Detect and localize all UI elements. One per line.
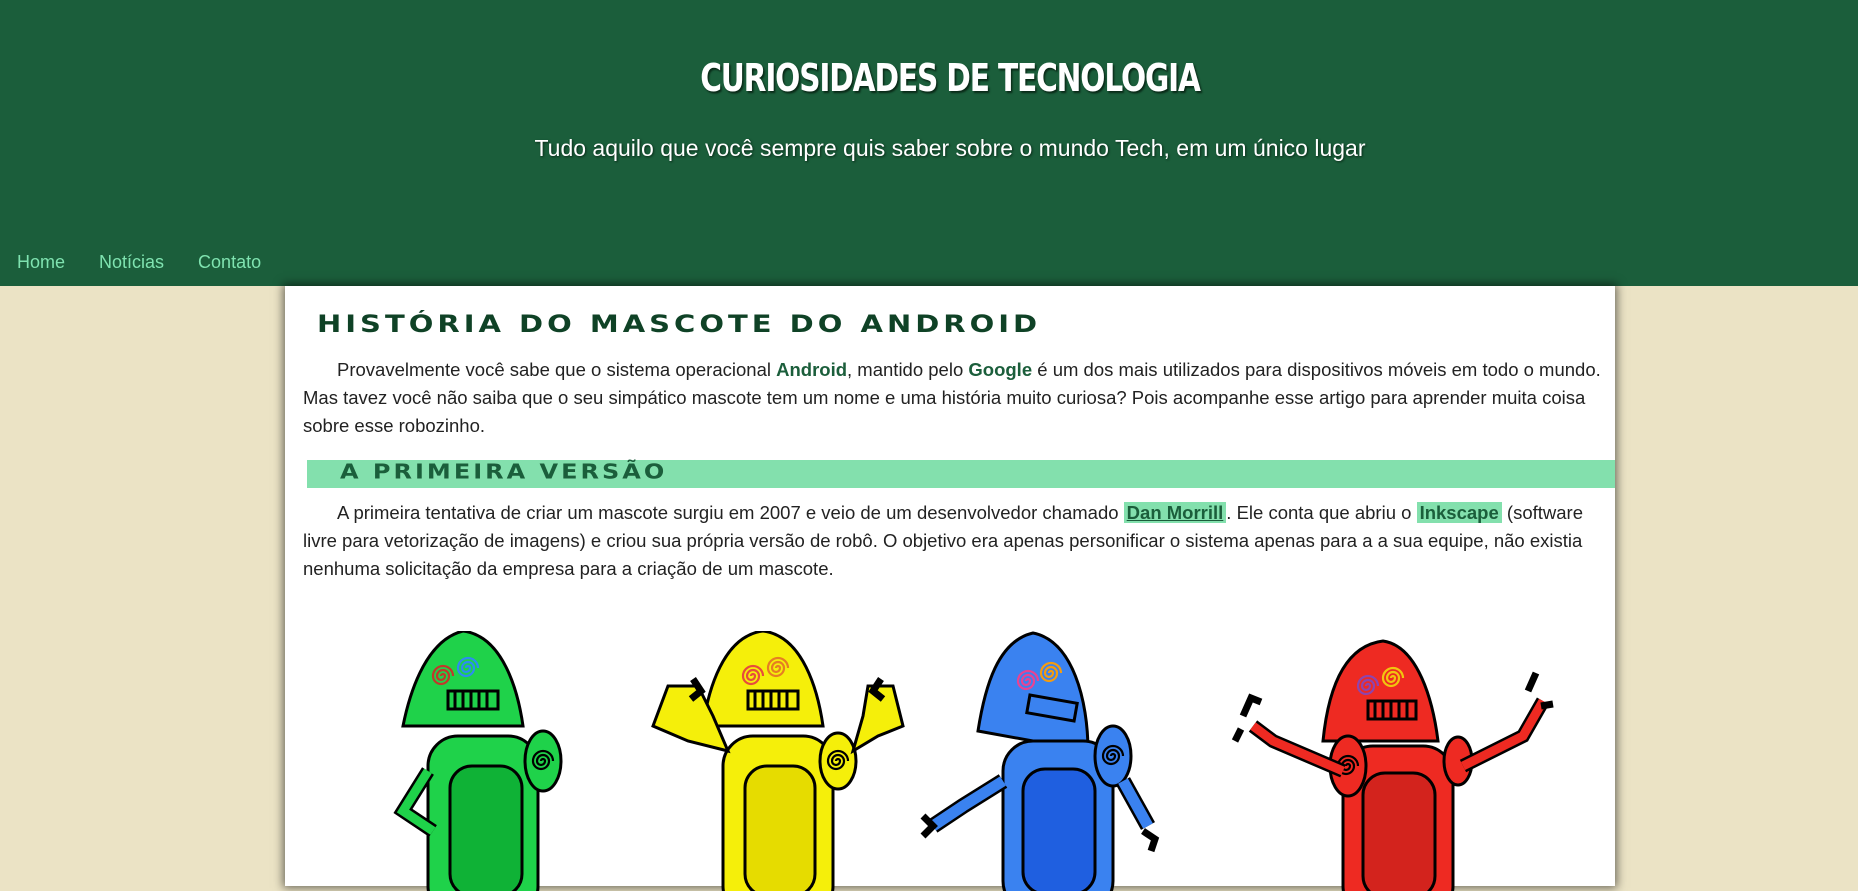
site-subtitle: Tudo aquilo que você sempre quis saber s… <box>534 135 1366 161</box>
section-paragraph: A primeira tentativa de criar um mascote… <box>303 499 1603 583</box>
main-nav: Home Notícias Contato <box>17 252 261 273</box>
inkscape-link[interactable]: Inkscape <box>1416 502 1502 523</box>
article-title: História do mascote do Android <box>317 310 1042 338</box>
site-title: CURIOSIDADES DE TECNOLOGIA <box>700 56 1201 100</box>
green-robot <box>393 631 563 891</box>
nav-noticias-link[interactable]: Notícias <box>99 252 164 273</box>
intro-text-2: , mantido pelo <box>847 359 969 380</box>
intro-paragraph: Provavelmente você sabe que o sistema op… <box>303 356 1603 440</box>
android-keyword: Android <box>776 359 848 380</box>
section-text-1: A primeira tentativa de criar um mascote… <box>337 502 1124 523</box>
section-text-2: . Ele conta que abriu o <box>1226 502 1417 523</box>
site-header: CURIOSIDADES DE TECNOLOGIA Tudo aquilo q… <box>0 0 1858 286</box>
yellow-robot <box>651 631 905 891</box>
nav-contato-link[interactable]: Contato <box>198 252 261 273</box>
nav-home-link[interactable]: Home <box>17 252 65 273</box>
blue-robot <box>920 631 1160 891</box>
section-heading-bar: A primeira versão <box>307 460 1615 488</box>
intro-text-1: Provavelmente você sabe que o sistema op… <box>337 359 777 380</box>
google-keyword: Google <box>968 359 1033 380</box>
red-robot <box>1231 639 1554 891</box>
section-heading: A primeira versão <box>340 460 668 484</box>
robots-illustration <box>393 631 1554 891</box>
dan-morrill-link[interactable]: Dan Morrill <box>1123 502 1227 523</box>
article-card: História do mascote do Android Provavelm… <box>285 286 1615 891</box>
